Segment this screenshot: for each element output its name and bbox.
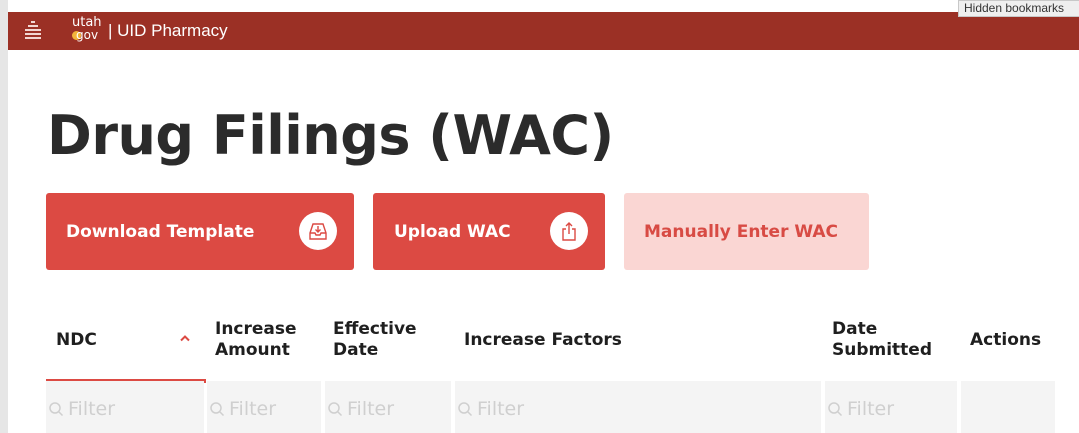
effective-date-filter-input[interactable]: Filter [325, 381, 451, 433]
manually-enter-wac-button[interactable]: Manually Enter WAC [624, 193, 869, 270]
upload-wac-button[interactable]: Upload WAC [373, 193, 605, 270]
column-label-line1: Effective [333, 319, 417, 339]
left-window-edge [0, 0, 8, 433]
column-label: Actions [970, 330, 1042, 350]
filter-placeholder: Filter [347, 398, 395, 420]
chevron-up-icon[interactable] [178, 331, 192, 345]
column-header-increase-factors[interactable]: Increase Factors [464, 330, 622, 351]
logo-gov-text: gov [76, 28, 99, 42]
upload-wac-label: Upload WAC [394, 221, 511, 242]
utah-gov-logo[interactable]: utah gov [72, 16, 102, 45]
search-icon [458, 402, 473, 417]
column-label: NDC [56, 330, 97, 350]
column-label-line1: Increase [215, 319, 297, 339]
top-header-bar: utah gov | UID Pharmacy [8, 12, 1079, 50]
search-icon [49, 402, 64, 417]
column-header-date-submitted[interactable]: Date Submitted [832, 319, 932, 361]
download-tray-icon [299, 212, 337, 250]
filter-placeholder: Filter [477, 398, 525, 420]
menu-icon[interactable] [25, 21, 41, 39]
column-header-actions: Actions [970, 330, 1041, 351]
column-label-line1: Date [832, 319, 878, 339]
actions-filter-cell [961, 381, 1055, 433]
ndc-filter-input[interactable]: Filter [46, 381, 204, 433]
search-icon [210, 402, 225, 417]
download-template-button[interactable]: Download Template [46, 193, 354, 270]
column-header-increase-amount[interactable]: Increase Amount [215, 319, 297, 361]
manually-enter-wac-label: Manually Enter WAC [644, 221, 839, 242]
upload-share-icon [550, 212, 588, 250]
column-label-line2: Submitted [832, 340, 933, 360]
increase-amount-filter-input[interactable]: Filter [207, 381, 321, 433]
date-submitted-filter-input[interactable]: Filter [825, 381, 957, 433]
column-label-line2: Date [333, 340, 379, 360]
filter-placeholder: Filter [847, 398, 895, 420]
increase-factors-filter-input[interactable]: Filter [455, 381, 821, 433]
download-template-label: Download Template [66, 221, 255, 242]
search-icon [828, 402, 843, 417]
app-title: | UID Pharmacy [108, 21, 228, 40]
search-icon [328, 402, 343, 417]
column-header-ndc[interactable]: NDC [56, 330, 97, 351]
column-header-effective-date[interactable]: Effective Date [333, 319, 417, 361]
filter-placeholder: Filter [68, 398, 116, 420]
page-title: Drug Filings (WAC) [47, 104, 614, 167]
filter-placeholder: Filter [229, 398, 277, 420]
hidden-bookmarks-tooltip: Hidden bookmarks [958, 0, 1079, 17]
column-label: Increase Factors [464, 330, 622, 350]
column-label-line2: Amount [215, 340, 290, 360]
